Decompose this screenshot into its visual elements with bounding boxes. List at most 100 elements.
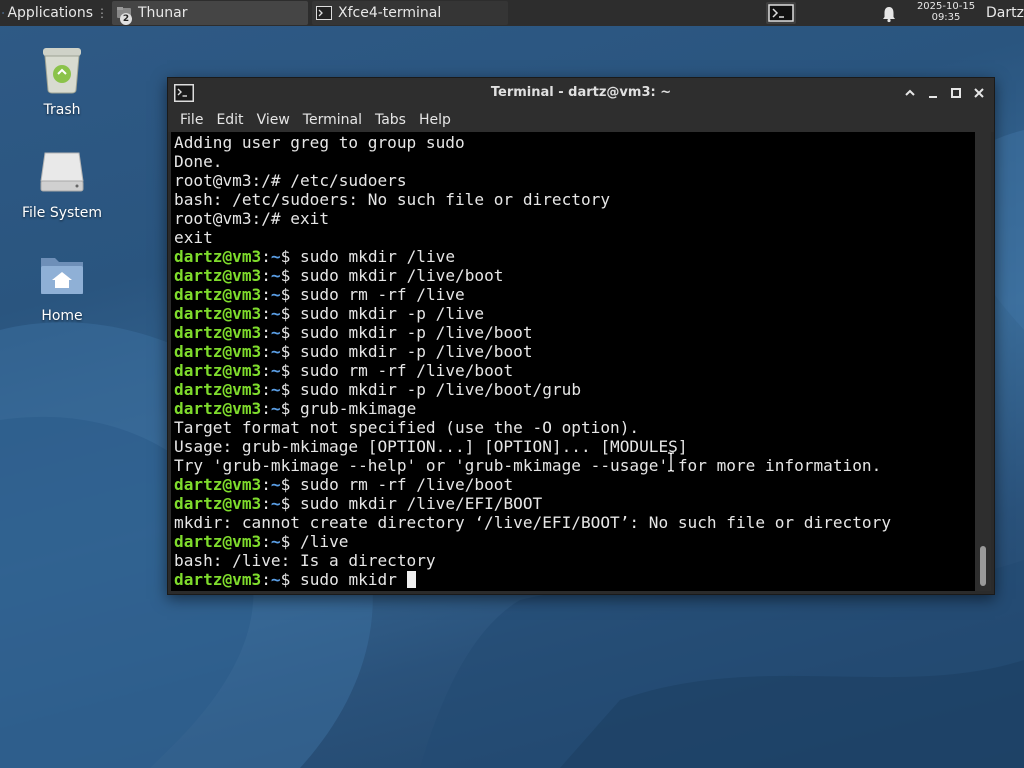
output-text: Done. (174, 152, 223, 171)
top-panel: Applications ⋮ 2 Thunar Xfce4-terminal 2… (0, 0, 1024, 26)
terminal-icon (316, 5, 332, 21)
prompt-user: dartz@vm3 (174, 380, 262, 399)
prompt-path: ~ (270, 380, 281, 399)
terminal-line: dartz@vm3:~$ /live (174, 532, 891, 551)
command-text: sudo mkdir -p /live/boot/grub (290, 380, 582, 399)
prompt-user: dartz@vm3 (174, 570, 262, 589)
output-text: bash: /live: Is a directory (174, 551, 436, 570)
command-text: sudo mkdir -p /live/boot (290, 323, 533, 342)
prompt-path: ~ (270, 266, 281, 285)
terminal-line: dartz@vm3:~$ sudo mkdir -p /live/boot/gr… (174, 380, 891, 399)
command-text: sudo mkdir -p /live (290, 304, 485, 323)
prompt-symbol: $ (280, 399, 291, 418)
output-text: Try 'grub-mkimage --help' or 'grub-mkima… (174, 456, 882, 475)
prompt-symbol: $ (280, 323, 291, 342)
command-text: grub-mkimage (290, 399, 417, 418)
desktop-icon-filesystem[interactable]: File System (12, 147, 112, 221)
minimize-icon (929, 96, 937, 98)
terminal-line: dartz@vm3:~$ sudo mkdir /live (174, 247, 891, 266)
prompt-user: dartz@vm3 (174, 342, 262, 361)
prompt-separator: : (261, 570, 271, 589)
prompt-user: dartz@vm3 (174, 285, 262, 304)
prompt-separator: : (261, 304, 271, 323)
minimize-button[interactable] (925, 85, 941, 101)
scrollbar-thumb[interactable] (980, 546, 986, 586)
prompt-symbol: $ (280, 361, 291, 380)
terminal-line: bash: /live: Is a directory (174, 551, 891, 570)
terminal-launcher-button[interactable] (766, 2, 796, 24)
command-text: sudo rm -rf /live/boot (290, 361, 514, 380)
taskbar-item-label: Xfce4-terminal (338, 5, 442, 21)
output-text: root@vm3:/# /etc/sudoers (174, 171, 407, 190)
prompt-user: dartz@vm3 (174, 304, 262, 323)
terminal-line: dartz@vm3:~$ sudo mkdir -p /live/boot (174, 323, 891, 342)
prompt-user: dartz@vm3 (174, 494, 262, 513)
prompt-path: ~ (270, 361, 281, 380)
menu-help[interactable]: Help (413, 112, 458, 128)
terminal-line: root@vm3:/# /etc/sudoers (174, 171, 891, 190)
prompt-user: dartz@vm3 (174, 475, 262, 494)
panel-clock[interactable]: 2025-10-15 09:35 (908, 1, 984, 23)
command-text: sudo rm -rf /live/boot (290, 475, 514, 494)
applications-menu-button[interactable]: Applications ⋮ (0, 0, 108, 26)
command-text: sudo mkdir /live/boot (290, 266, 504, 285)
terminal-window: Terminal - dartz@vm3: ~ File Edit View T… (167, 77, 995, 595)
terminal-line: Adding user greg to group sudo (174, 133, 891, 152)
command-text: sudo mkidr (290, 570, 407, 589)
maximize-button[interactable] (948, 85, 964, 101)
desktop-icon-label: Trash (43, 102, 81, 118)
desktop-icon-trash[interactable]: Trash (12, 44, 112, 118)
taskbar-item-thunar[interactable]: 2 Thunar (112, 1, 308, 25)
taskbar-item-terminal[interactable]: Xfce4-terminal (312, 1, 508, 25)
notification-bell-icon[interactable] (880, 5, 898, 23)
prompt-user: dartz@vm3 (174, 266, 262, 285)
command-text: sudo mkdir /live (290, 247, 456, 266)
panel-separator-icon: ⋮ (96, 6, 108, 20)
applications-label: Applications (7, 5, 93, 21)
close-icon (974, 88, 984, 98)
user-menu[interactable]: Dartz (986, 0, 1024, 26)
prompt-separator: : (261, 285, 271, 304)
prompt-symbol: $ (280, 247, 291, 266)
prompt-separator: : (261, 475, 271, 494)
menu-file[interactable]: File (168, 112, 210, 128)
terminal-cursor (406, 571, 416, 588)
menu-tabs[interactable]: Tabs (369, 112, 413, 128)
window-titlebar[interactable]: Terminal - dartz@vm3: ~ (168, 78, 994, 108)
terminal-line: dartz@vm3:~$ sudo mkidr (174, 570, 891, 589)
desktop-icon-home[interactable]: Home (12, 250, 112, 324)
prompt-symbol: $ (280, 266, 291, 285)
xfce-logo-icon (2, 11, 5, 15)
prompt-user: dartz@vm3 (174, 361, 262, 380)
command-text: sudo rm -rf /live (290, 285, 465, 304)
terminal-line: Try 'grub-mkimage --help' or 'grub-mkima… (174, 456, 891, 475)
terminal-line: exit (174, 228, 891, 247)
terminal-output[interactable]: Adding user greg to group sudo Done. root@… (171, 132, 975, 591)
command-text: /live (290, 532, 349, 551)
command-text: sudo mkdir /live/EFI/BOOT (290, 494, 543, 513)
shade-button[interactable] (902, 85, 918, 101)
menu-bar: File Edit View Terminal Tabs Help (168, 108, 994, 132)
terminal-scrollbar[interactable] (975, 132, 991, 591)
close-button[interactable] (971, 85, 987, 101)
menu-terminal[interactable]: Terminal (297, 112, 369, 128)
prompt-path: ~ (270, 304, 281, 323)
taskbar-item-label: Thunar (138, 5, 188, 21)
window-count-badge: 2 (120, 13, 132, 25)
terminal-icon (768, 4, 794, 22)
terminal-line: dartz@vm3:~$ sudo rm -rf /live (174, 285, 891, 304)
prompt-separator: : (261, 266, 271, 285)
clock-date: 2025-10-15 (916, 1, 976, 12)
maximize-icon (951, 88, 961, 98)
output-text: exit (174, 228, 213, 247)
prompt-symbol: $ (280, 380, 291, 399)
window-title: Terminal - dartz@vm3: ~ (490, 85, 672, 100)
output-text: root@vm3:/# exit (174, 209, 330, 228)
command-text: sudo mkdir -p /live/boot (290, 342, 533, 361)
terminal-line: dartz@vm3:~$ sudo mkdir /live/EFI/BOOT (174, 494, 891, 513)
prompt-separator: : (261, 532, 271, 551)
prompt-path: ~ (270, 247, 281, 266)
menu-view[interactable]: View (251, 112, 297, 128)
menu-edit[interactable]: Edit (210, 112, 250, 128)
output-text: Usage: grub-mkimage [OPTION...] [OPTION]… (174, 437, 688, 456)
